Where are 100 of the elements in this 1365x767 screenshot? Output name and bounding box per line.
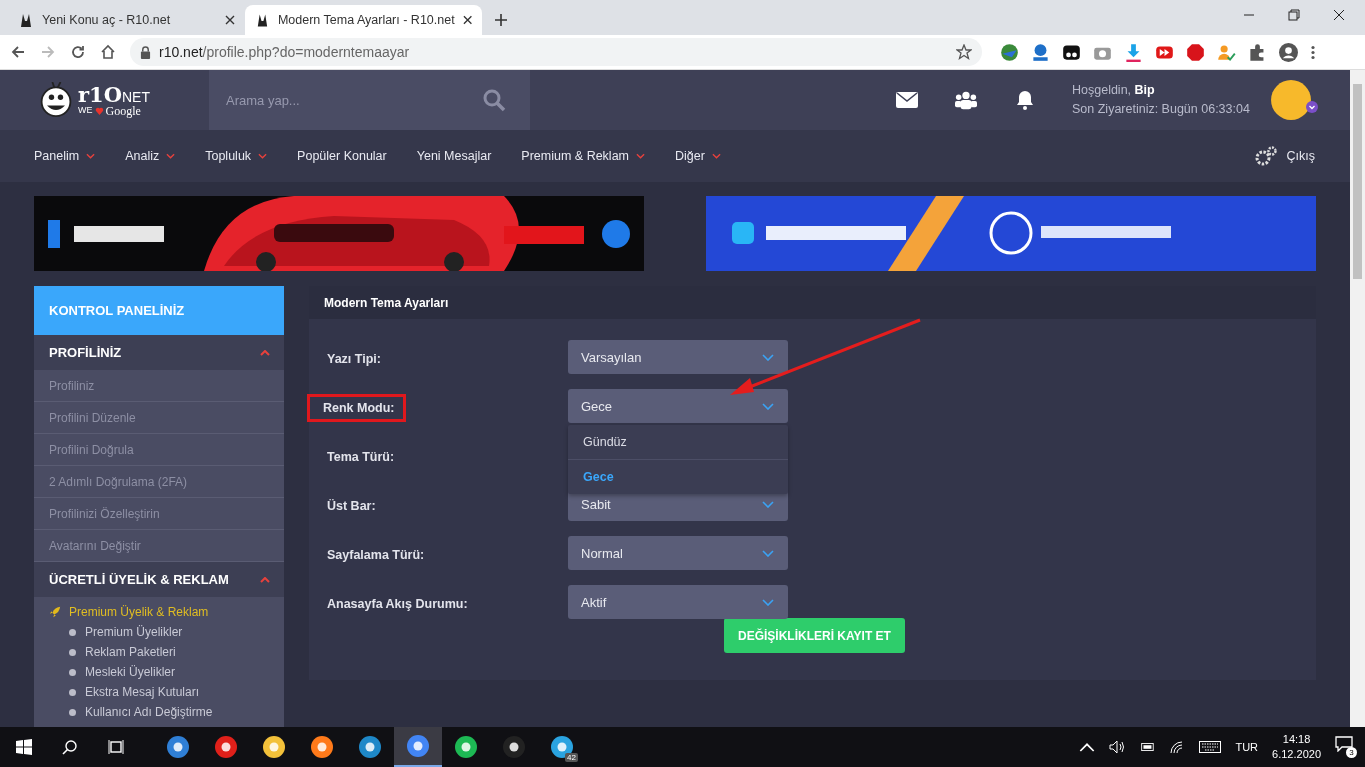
logout-link[interactable]: Çıkış: [1286, 149, 1315, 163]
sidebar-section-header[interactable]: PROFİLİNİZ: [34, 335, 284, 370]
select-field[interactable]: Normal: [568, 536, 788, 570]
app-icon[interactable]: [166, 735, 190, 759]
bullet-icon: [69, 688, 76, 696]
download-icon[interactable]: [1124, 42, 1143, 62]
scrollbar[interactable]: [1350, 70, 1365, 727]
bunny-icon: [255, 12, 270, 28]
speaker-icon[interactable]: [1109, 740, 1126, 754]
logo-text: r1O: [78, 83, 122, 105]
bullet-icon: [69, 708, 76, 716]
letter-icon[interactable]: [1031, 42, 1050, 62]
nav-item[interactable]: Premium & Reklam: [521, 149, 645, 163]
address-bar[interactable]: r10.net/profile.php?do=moderntemaayar: [130, 38, 982, 66]
reload-icon[interactable]: [70, 44, 86, 60]
app-badge: 42: [565, 753, 578, 762]
close-icon[interactable]: [462, 15, 472, 25]
select-field[interactable]: Aktif: [568, 585, 788, 619]
close-icon[interactable]: [1333, 9, 1345, 21]
heart-icon: [94, 106, 104, 115]
url-text: r10.net/profile.php?do=moderntemaayar: [159, 44, 411, 60]
app-icon[interactable]: [406, 734, 430, 758]
caret-icon: [258, 153, 268, 159]
tab-title: Yeni Konu aç - R10.net: [42, 13, 172, 27]
app-icon[interactable]: [454, 735, 478, 759]
caret-icon: [636, 153, 645, 159]
chevron-down-icon: [762, 549, 774, 557]
taskbar-app[interactable]: [394, 727, 442, 767]
bullet-icon: [69, 648, 76, 656]
caret-icon[interactable]: [1305, 101, 1318, 113]
nav-item[interactable]: Topluluk: [205, 149, 268, 163]
caret-icon: [260, 576, 270, 583]
caret-icon: [711, 153, 721, 159]
notification-icon[interactable]: [1335, 736, 1353, 752]
globe-icon[interactable]: [1000, 42, 1019, 62]
keyboard-icon[interactable]: [1199, 740, 1222, 754]
sidebar-subitem[interactable]: Premium Üyelikler: [85, 625, 183, 639]
back-icon[interactable]: [10, 44, 26, 60]
sidebar-subitem[interactable]: Mesleki Üyelikler: [85, 665, 176, 679]
taskbar-app[interactable]: 42: [538, 727, 586, 767]
task-view-icon[interactable]: [108, 739, 124, 755]
nav-item[interactable]: Analiz: [125, 149, 176, 163]
greeting-text: Hoşgeldin, Bip: [1072, 82, 1156, 99]
logo-suffix: NET: [121, 89, 150, 104]
lock-icon: [140, 45, 151, 59]
notification-count: 3: [1346, 747, 1357, 758]
chevron-down-icon: [762, 402, 774, 410]
star-icon[interactable]: [956, 44, 972, 60]
home-icon[interactable]: [100, 44, 116, 60]
language-indicator[interactable]: TUR: [1235, 741, 1259, 753]
app-icon[interactable]: [550, 735, 574, 759]
select-field[interactable]: Varsayılan: [568, 340, 788, 374]
sidebar-title: KONTROL PANELİNİZ: [34, 286, 284, 335]
app-icon[interactable]: [262, 735, 286, 759]
nav-item[interactable]: Panelim: [34, 149, 96, 163]
caret-icon: [86, 153, 96, 159]
search-icon[interactable]: [62, 739, 78, 755]
rocket-icon: [49, 605, 61, 618]
profile-icon[interactable]: [1279, 42, 1298, 62]
app-icon[interactable]: [358, 735, 382, 759]
new-tab-icon[interactable]: [494, 13, 508, 27]
chevron-down-icon: [762, 500, 774, 508]
browser-tab[interactable]: Yeni Konu aç - R10.net: [8, 5, 245, 35]
app-icon[interactable]: [310, 735, 334, 759]
caret-icon: [166, 153, 176, 159]
nav-item[interactable]: Popüler Konular: [297, 149, 387, 163]
nav-item[interactable]: Yeni Mesajlar: [416, 149, 492, 163]
person-check-icon[interactable]: [1217, 42, 1236, 62]
sidebar-group-link[interactable]: Premium Üyelik & Reklam: [69, 604, 209, 619]
chevron-down-icon: [762, 353, 774, 361]
select-field[interactable]: Gece: [568, 389, 788, 423]
app-icon[interactable]: [502, 735, 526, 759]
clock-date[interactable]: 6.12.2020: [1272, 747, 1321, 762]
sidebar-subitem[interactable]: Reklam Paketleri: [85, 645, 176, 659]
users-icon[interactable]: [955, 90, 977, 110]
dropdown-option[interactable]: Gündüz: [568, 425, 788, 460]
envelope-icon[interactable]: [896, 90, 918, 110]
bell-icon[interactable]: [1014, 90, 1036, 110]
restore-icon[interactable]: [1288, 9, 1300, 21]
avatar[interactable]: [1269, 79, 1312, 121]
sidebar-subitem[interactable]: Kullanıcı Adı Değiştirme: [85, 705, 213, 719]
mascot-icon: [38, 82, 74, 118]
tab-title: Modern Tema Ayarları - R10.net: [277, 13, 455, 27]
bullet-icon: [69, 668, 76, 676]
caret-icon: [260, 349, 270, 356]
windows-icon[interactable]: [16, 739, 32, 755]
clock-time[interactable]: 14:18: [1282, 732, 1311, 747]
field-label: Anasayfa Akış Durumu:: [326, 596, 469, 613]
browser-tab[interactable]: Modern Tema Ayarları - R10.net: [245, 5, 482, 35]
app-icon[interactable]: [214, 735, 238, 759]
nav-item[interactable]: Diğer: [675, 149, 721, 163]
battery-icon[interactable]: [1139, 740, 1156, 754]
close-icon[interactable]: [225, 15, 235, 25]
field-label: Tema Türü:: [326, 449, 396, 466]
stop-sign-icon[interactable]: [1186, 42, 1205, 62]
glasses-icon[interactable]: [1062, 42, 1081, 62]
logo-tagline: WE: [78, 106, 93, 115]
gears-icon[interactable]: [1254, 146, 1277, 166]
sidebar-section-header[interactable]: ÜCRETLİ ÜYELİK & REKLAM: [34, 562, 284, 597]
sidebar-subitem[interactable]: Ekstra Mesaj Kutuları: [85, 685, 200, 699]
